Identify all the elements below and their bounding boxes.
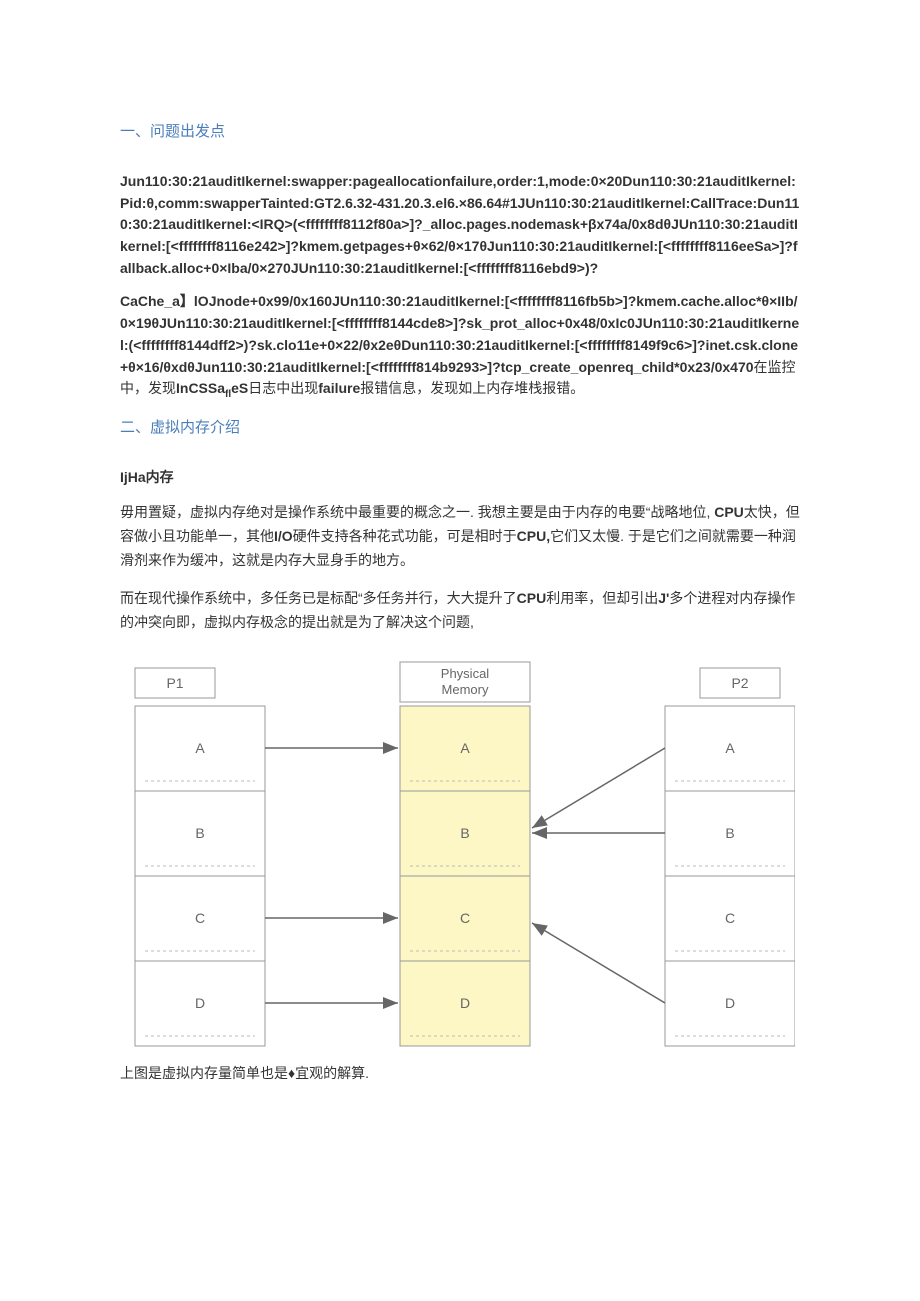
section-2-heading: 二、虚拟内存介绍 [120, 416, 800, 437]
p1-cell-c: C [195, 910, 205, 926]
p2-cell-d: D [725, 995, 735, 1011]
memory-svg: P1 A B C D Physical Memory A [120, 658, 795, 1058]
section-2-subheading: IjHa内存 [120, 467, 800, 487]
p2-bold-2: J' [658, 590, 669, 606]
memory-diagram: P1 A B C D Physical Memory A [120, 658, 800, 1084]
p1-label: P1 [166, 675, 183, 691]
p2-label: P2 [731, 675, 748, 691]
p2-cell-a: A [725, 740, 735, 756]
arrow-p2d-pm [532, 923, 665, 1003]
pm-cell-d: D [460, 995, 470, 1011]
pm-cell-b: B [460, 825, 469, 841]
diagram-caption: 上图是虚拟内存量简单也是♦宜观的解算. [120, 1062, 800, 1084]
p1-cell-b: B [195, 825, 204, 841]
p1-bold-1: CPU [714, 504, 744, 520]
p2-bold-1: CPU [517, 590, 547, 606]
p1-cell-d: D [195, 995, 205, 1011]
p2-text-1: 而在现代操作系统中，多任务已是标配“多任务并行，大大提升了 [120, 590, 517, 606]
pm-title-2: Memory [442, 682, 489, 697]
p2-cell-b: B [725, 825, 734, 841]
pm-title-1: Physical [441, 666, 490, 681]
log-tail-b3: failure [318, 380, 360, 396]
p1-cell-a: A [195, 740, 205, 756]
physical-memory-column: Physical Memory A B C D [400, 662, 530, 1046]
p2-cell-c: C [725, 910, 735, 926]
kernel-log-block-2: CaChe_a】lOJnode+0x99/0x160JUn110:30:21au… [120, 291, 800, 402]
paragraph-2: 而在现代操作系统中，多任务已是标配“多任务并行，大大提升了CPU利用率，但却引出… [120, 587, 800, 635]
p1-text-1: 毋用置疑，虚拟内存绝对是操作系统中最重要的概念之一. 我想主要是由于内存的电要“… [120, 504, 714, 520]
log-tail-b1: InCSSa [176, 380, 225, 396]
p2-column: P2 A B C D [665, 668, 795, 1046]
log-tail-3: 报错信息，发现如上内存堆栈报错。 [360, 380, 584, 396]
pm-cell-a: A [460, 740, 470, 756]
paragraph-1: 毋用置疑，虚拟内存绝对是操作系统中最重要的概念之一. 我想主要是由于内存的电要“… [120, 501, 800, 572]
p1-text-3: 硬件支持各种花式功能，可是相时于 [293, 528, 517, 544]
p1-bold-2: I/O [274, 528, 293, 544]
document-page: 一、问题出发点 Jun110:30:21auditIkernel:swapper… [0, 0, 920, 1145]
log-tail-b2: eS [231, 380, 248, 396]
p1-bold-3: CPU, [517, 528, 550, 544]
pm-cell-c: C [460, 910, 470, 926]
p2-text-2: 利用率，但却引出 [546, 590, 658, 606]
section-1-heading: 一、问题出发点 [120, 120, 800, 141]
kernel-log-block-1: Jun110:30:21auditIkernel:swapper:pageall… [120, 171, 800, 279]
kernel-log-2-text: CaChe_a】lOJnode+0x99/0x160JUn110:30:21au… [120, 293, 799, 374]
arrow-p2a-pm [532, 748, 665, 828]
p1-column: P1 A B C D [135, 668, 265, 1046]
log-tail-2: 日志中出现 [248, 380, 318, 396]
